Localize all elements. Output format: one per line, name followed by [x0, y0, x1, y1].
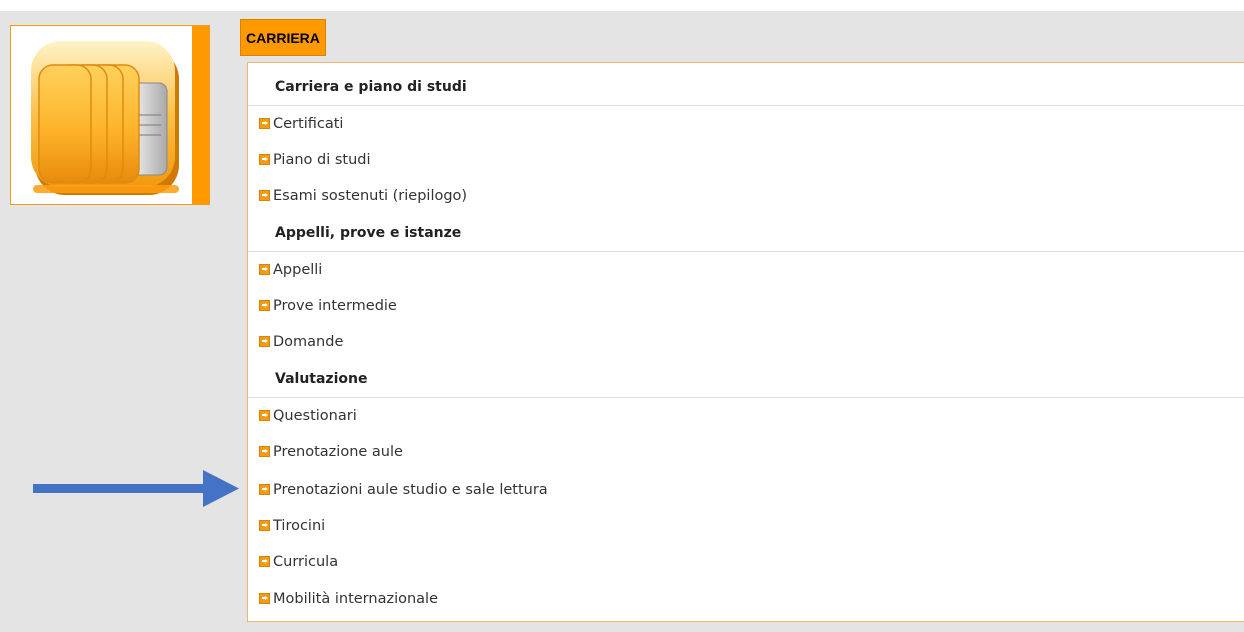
- menu-item-label: Appelli: [273, 262, 323, 279]
- menu-item-certificati[interactable]: Certificati: [248, 106, 1244, 143]
- menu-item-label: Prove intermedie: [273, 298, 397, 315]
- menu-item-label: Esami sostenuti (riepilogo): [273, 188, 468, 205]
- arrow-bullet-icon: [259, 299, 270, 311]
- menu-item-label: Curricula: [273, 554, 339, 571]
- arrow-bullet-icon: [259, 592, 270, 604]
- folder-stack-icon: [31, 41, 179, 195]
- arrow-bullet-icon: [259, 555, 270, 567]
- section-icon-box: [10, 25, 210, 205]
- icon-box-accent-strip: [192, 26, 209, 204]
- group-title-valutazione: Valutazione: [248, 361, 1244, 398]
- arrow-bullet-icon: [259, 335, 270, 347]
- arrow-bullet-icon: [259, 117, 270, 129]
- menu-item-prove-intermedie[interactable]: Prove intermedie: [248, 288, 1244, 325]
- menu-item-domande[interactable]: Domande: [248, 324, 1244, 361]
- menu-item-prenotazioni-aule-studio[interactable]: Prenotazioni aule studio e sale lettura: [248, 472, 1244, 509]
- menu-item-label: Certificati: [273, 116, 344, 133]
- section-title: CARRIERA: [246, 29, 320, 46]
- arrow-bullet-icon: [259, 263, 270, 275]
- group-title-appelli: Appelli, prove e istanze: [248, 215, 1244, 252]
- menu-panel: Carriera e piano di studi Certificati Pi…: [247, 62, 1244, 622]
- menu-item-label: Mobilità internazionale: [273, 591, 438, 608]
- arrow-bullet-icon: [259, 189, 270, 201]
- arrow-bullet-icon: [259, 483, 270, 495]
- section-header: CARRIERA: [240, 19, 326, 56]
- menu-item-piano-di-studi[interactable]: Piano di studi: [248, 142, 1244, 179]
- menu-item-tirocini[interactable]: Tirocini: [248, 508, 1244, 545]
- menu-item-label: Tirocini: [273, 518, 326, 535]
- annotation-arrow-icon: [33, 470, 239, 507]
- arrow-bullet-icon: [259, 445, 270, 457]
- menu-item-appelli[interactable]: Appelli: [248, 252, 1244, 289]
- menu-item-curricula[interactable]: Curricula: [248, 544, 1244, 581]
- arrow-bullet-icon: [259, 519, 270, 531]
- arrow-bullet-icon: [259, 409, 270, 421]
- menu-item-prenotazione-aule[interactable]: Prenotazione aule: [248, 434, 1244, 471]
- menu-item-label: Prenotazioni aule studio e sale lettura: [273, 482, 548, 499]
- menu-item-questionari[interactable]: Questionari: [248, 398, 1244, 435]
- menu-item-mobilita-internazionale[interactable]: Mobilità internazionale: [248, 581, 1244, 618]
- menu-item-label: Domande: [273, 334, 344, 351]
- arrow-bullet-icon: [259, 153, 270, 165]
- menu-item-label: Piano di studi: [273, 152, 371, 169]
- menu-item-label: Questionari: [273, 408, 357, 425]
- group-title-carriera: Carriera e piano di studi: [248, 69, 1244, 106]
- menu-item-esami-sostenuti[interactable]: Esami sostenuti (riepilogo): [248, 178, 1244, 215]
- menu-item-label: Prenotazione aule: [273, 444, 403, 461]
